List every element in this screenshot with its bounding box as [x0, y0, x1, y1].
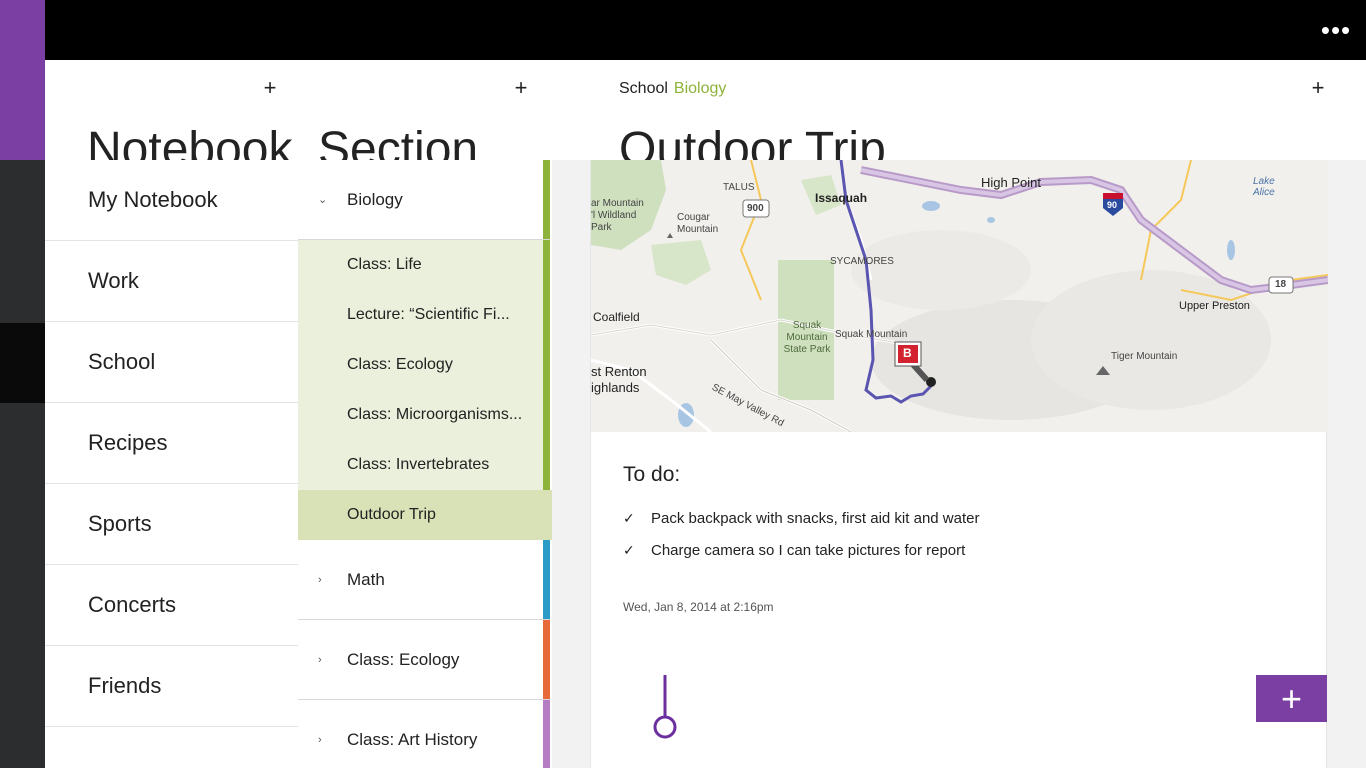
- map-label-squak-mountain: Squak Mountain: [835, 329, 908, 340]
- section-color-bar: [543, 700, 550, 768]
- section-math[interactable]: › Math: [298, 540, 550, 620]
- page-header: School Biology + Outdoor Trip: [552, 60, 1366, 160]
- notebook-item-work[interactable]: Work: [45, 241, 298, 322]
- todo-item[interactable]: ✓ Pack backpack with snacks, first aid k…: [623, 502, 979, 534]
- road-shield-18: 18: [1275, 279, 1287, 290]
- notebook-item-label: My Notebook: [88, 187, 218, 212]
- page-list: Class: Life Lecture: “Scientific Fi... C…: [298, 240, 561, 540]
- chevron-right-icon[interactable]: ›: [318, 700, 322, 768]
- app-rail: [0, 0, 55, 768]
- breadcrumb-notebook[interactable]: School: [619, 80, 668, 97]
- notebook-item-label: Friends: [88, 673, 162, 698]
- chevron-right-icon[interactable]: ›: [318, 620, 322, 699]
- section-class-art-history[interactable]: › Class: Art History: [298, 700, 550, 768]
- notebook-header: + Notebook: [45, 60, 298, 160]
- map-label-high-point: High Point: [981, 175, 1041, 190]
- notebook-item-label: Sports: [88, 511, 152, 536]
- add-section-button[interactable]: +: [509, 76, 533, 100]
- breadcrumb-section[interactable]: Biology: [674, 80, 726, 97]
- map-label-wildland-park: ar Mountain 'l Wildland Park: [591, 198, 644, 233]
- todo-item-label[interactable]: Charge camera so I can take pictures for…: [651, 542, 965, 559]
- section-label: Class: Ecology: [347, 649, 460, 669]
- checkmark-icon[interactable]: ✓: [623, 542, 651, 559]
- page-title[interactable]: Outdoor Trip: [619, 122, 886, 160]
- add-button[interactable]: +: [1256, 675, 1327, 722]
- todo-item[interactable]: ✓ Charge camera so I can take pictures f…: [623, 534, 979, 566]
- section-biology[interactable]: ⌄ Biology: [298, 160, 550, 240]
- page-item-label: Class: Life: [347, 256, 422, 273]
- app-accent-block: [0, 0, 45, 160]
- notebook-column: + Notebook My Notebook Work School Recip…: [45, 60, 298, 768]
- add-page-button[interactable]: +: [1306, 76, 1330, 100]
- checkmark-icon[interactable]: ✓: [623, 510, 651, 527]
- notebook-item-friends[interactable]: Friends: [45, 646, 298, 727]
- map-label-renton: st Renton ighlands: [591, 364, 647, 395]
- road-shield-90: 90: [1107, 200, 1118, 210]
- page-item-label: Class: Microorganisms...: [347, 406, 523, 423]
- section-color-bar: [543, 620, 550, 699]
- notebook-item-school[interactable]: School: [45, 322, 298, 403]
- page-item-label: Lecture: “Scientific Fi...: [347, 306, 510, 323]
- map-label-talus: TALUS: [723, 182, 755, 193]
- map-label-lake-alice: Lake Alice: [1253, 176, 1275, 198]
- section-class-ecology[interactable]: › Class: Ecology: [298, 620, 550, 700]
- section-list: ⌄ Biology Class: Life Lecture: “Scientif…: [298, 160, 561, 768]
- map-label-squak-park: Squak Mountain State Park: [783, 320, 831, 355]
- page-content: School Biology + Outdoor Trip Issaquah T…: [552, 60, 1366, 768]
- text-cursor-handle-icon[interactable]: [652, 675, 678, 741]
- section-color-bar: [543, 540, 550, 619]
- notebook-item-label: Concerts: [88, 592, 177, 617]
- road-shield-900: 900: [747, 203, 764, 214]
- map-label-issaquah: Issaquah: [815, 191, 868, 205]
- notebook-item-sports[interactable]: Sports: [45, 484, 298, 565]
- chevron-right-icon[interactable]: ›: [318, 540, 322, 619]
- section-heading: Section: [318, 123, 479, 160]
- page-item-class-invertebrates[interactable]: Class: Invertebrates: [298, 440, 550, 490]
- page-item-label: Class: Ecology: [347, 356, 453, 373]
- breadcrumb: School Biology: [619, 80, 726, 98]
- todo-item-label[interactable]: Pack backpack with snacks, first aid kit…: [651, 510, 979, 527]
- map-label-coalfield: Coalfield: [593, 310, 640, 324]
- map-label-upper-preston: Upper Preston: [1179, 300, 1250, 312]
- notebook-item-concerts[interactable]: Concerts: [45, 565, 298, 646]
- top-app-bar: •••: [45, 0, 1366, 60]
- page-item-class-ecology[interactable]: Class: Ecology: [298, 340, 550, 390]
- notebook-item-label: Recipes: [88, 430, 168, 455]
- section-label: Math: [347, 569, 385, 589]
- more-options-icon[interactable]: •••: [1316, 16, 1356, 44]
- section-color-bar: [543, 160, 550, 239]
- page-item-label: Class: Invertebrates: [347, 456, 490, 473]
- add-notebook-button[interactable]: +: [258, 76, 282, 100]
- page-item-outdoor-trip[interactable]: Outdoor Trip: [298, 490, 561, 540]
- page-item-class-life[interactable]: Class: Life: [298, 240, 550, 290]
- notebook-item-label: Work: [88, 268, 139, 293]
- note-canvas[interactable]: Issaquah TALUS High Point Lake Alice Cou…: [590, 160, 1328, 768]
- notebook-heading: Notebook: [87, 123, 293, 160]
- section-label: Class: Art History: [347, 729, 478, 749]
- map-label-sycamores: SYCAMORES: [830, 256, 894, 267]
- map-label-cougar-mountain: Cougar Mountain: [677, 212, 719, 235]
- todo-list: ✓ Pack backpack with snacks, first aid k…: [623, 502, 979, 566]
- section-header: + Section: [298, 60, 550, 160]
- notebook-item-label: School: [88, 349, 156, 374]
- chevron-down-icon[interactable]: ⌄: [318, 160, 327, 239]
- page-timestamp: Wed, Jan 8, 2014 at 2:16pm: [623, 600, 774, 614]
- map-graphic: [591, 160, 1328, 432]
- section-column: + Section ⌄ Biology Class: Life Lecture:…: [298, 60, 561, 768]
- section-label: Biology: [347, 189, 403, 209]
- notebook-item-recipes[interactable]: Recipes: [45, 403, 298, 484]
- page-item-class-microorganisms[interactable]: Class: Microorganisms...: [298, 390, 550, 440]
- todo-heading[interactable]: To do:: [623, 463, 680, 487]
- map-image[interactable]: Issaquah TALUS High Point Lake Alice Cou…: [591, 160, 1328, 432]
- page-item-label: Outdoor Trip: [347, 506, 436, 523]
- page-item-lecture-scientific[interactable]: Lecture: “Scientific Fi...: [298, 290, 550, 340]
- notebook-item-my-notebook[interactable]: My Notebook: [45, 160, 298, 241]
- notebook-list: My Notebook Work School Recipes Sports C…: [45, 160, 298, 727]
- map-marker-b[interactable]: B: [903, 346, 912, 360]
- map-label-tiger-mountain: Tiger Mountain: [1111, 351, 1178, 362]
